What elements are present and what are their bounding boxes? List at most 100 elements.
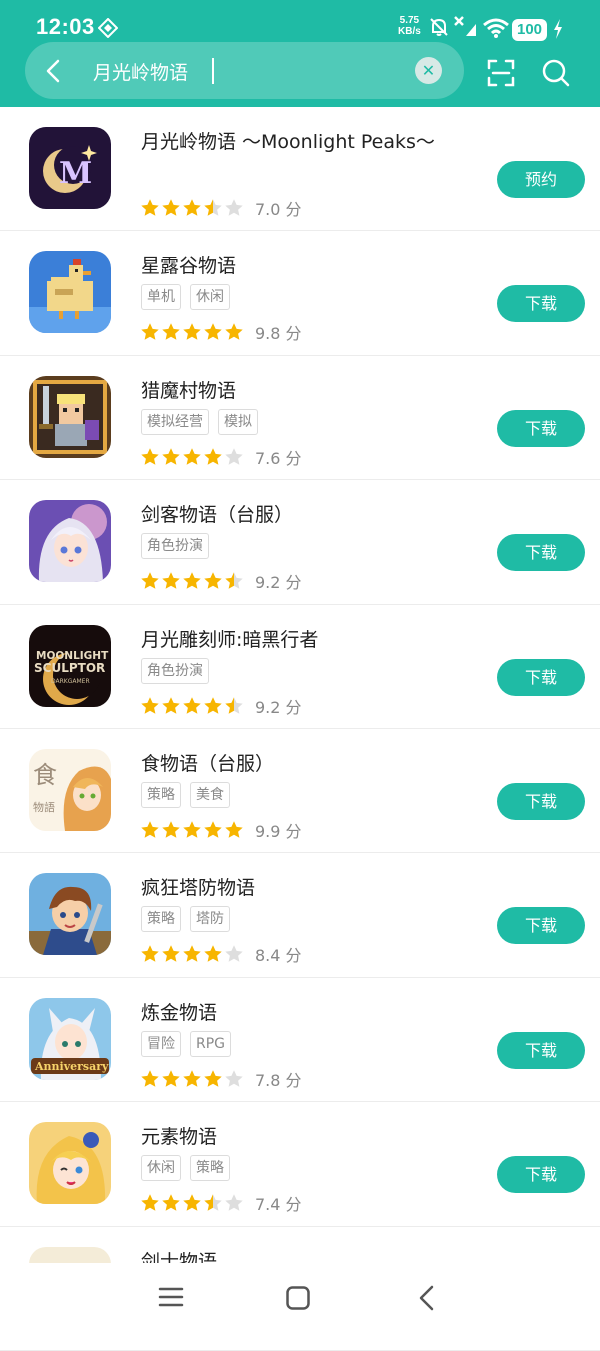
- star-filled-icon: [183, 1194, 201, 1211]
- home-icon[interactable]: [285, 1285, 311, 1311]
- rating: 7.6 分: [140, 445, 302, 469]
- download-button[interactable]: 下载: [497, 285, 585, 323]
- app-name[interactable]: 月光雕刻师:暗黑行者: [141, 625, 318, 652]
- star-filled-icon: [162, 447, 180, 465]
- star-filled-icon: [141, 447, 159, 465]
- download-button[interactable]: 下载: [497, 409, 585, 447]
- rating: 9.9 分: [140, 818, 302, 842]
- star-filled-icon: [141, 696, 159, 714]
- element-girl-icon[interactable]: [29, 1122, 111, 1205]
- app-name[interactable]: 剑客物语（台服）: [141, 500, 293, 527]
- nav-back-icon[interactable]: [414, 1283, 438, 1313]
- star-filled-icon: [204, 945, 222, 963]
- rating-score: 7.4 分: [255, 1195, 302, 1215]
- moonlight-sculptor-icon[interactable]: MOONLIGHT SCULPTOR DARKGAMER: [29, 624, 111, 707]
- star-half-icon: [225, 696, 243, 714]
- reserve-button[interactable]: 预约: [497, 161, 585, 198]
- list-item[interactable]: MOONLIGHT SCULPTOR DARKGAMER 月光雕刻师:暗黑行者 角色扮演…: [0, 605, 600, 729]
- rating-score: 9.2 分: [255, 573, 302, 593]
- star-filled-icon: [141, 945, 159, 963]
- food-fantasy-icon[interactable]: 食物語: [29, 748, 111, 831]
- text-caret: [212, 58, 214, 84]
- app-name[interactable]: 疯狂塔防物语: [141, 873, 255, 900]
- top-header: 12:03 5.75 KB/s 100 月光岭物语 ✕: [0, 0, 600, 107]
- download-button[interactable]: 下载: [497, 534, 585, 572]
- svg-text:Anniversary: Anniversary: [34, 1060, 109, 1073]
- tag-badge: 策略: [141, 906, 181, 933]
- status-time: 12:03: [36, 14, 95, 39]
- star-filled-icon: [204, 1069, 222, 1087]
- star-empty-icon: [225, 1069, 243, 1087]
- star-filled-icon: [141, 1069, 159, 1087]
- download-button[interactable]: 下载: [497, 782, 585, 820]
- charging-icon: [554, 19, 562, 39]
- star-empty-icon: [225, 1194, 243, 1211]
- rating: 7.4 分: [140, 1191, 302, 1215]
- network-speed-value: 5.75: [399, 15, 420, 26]
- menu-icon[interactable]: [158, 1285, 184, 1309]
- download-button[interactable]: 下载: [497, 1156, 585, 1194]
- rating-score: 9.9 分: [255, 821, 302, 841]
- app-name[interactable]: 星露谷物语: [141, 251, 236, 278]
- tag-badge: 模拟: [218, 408, 258, 435]
- scan-icon[interactable]: [486, 58, 516, 88]
- tag-badge: 策略: [141, 781, 181, 808]
- star-filled-icon: [141, 1194, 159, 1211]
- back-arrow-icon[interactable]: [39, 56, 69, 86]
- rating: 9.2 分: [140, 569, 302, 593]
- app-name[interactable]: 食物语（台服）: [141, 749, 274, 776]
- star-filled-icon: [141, 323, 159, 341]
- star-filled-icon: [183, 447, 201, 465]
- moonlight-peaks-icon[interactable]: M: [29, 127, 111, 209]
- star-filled-icon: [162, 945, 180, 963]
- pixel-knight-icon[interactable]: [29, 375, 111, 458]
- list-item[interactable]: 剑客物语（台服） 角色扮演 9.2 分 下载: [0, 480, 600, 605]
- search-icon[interactable]: [541, 58, 571, 88]
- signal-off-icon: [454, 16, 476, 36]
- star-empty-icon: [225, 447, 243, 465]
- list-item[interactable]: Anniversary 炼金物语 冒险 RPG 7.8 分 下载: [0, 978, 600, 1103]
- star-filled-icon: [162, 1194, 180, 1211]
- clear-search-button[interactable]: ✕: [415, 57, 442, 84]
- rating-score: 8.4 分: [255, 946, 302, 966]
- rating-score: 7.0 分: [255, 200, 302, 219]
- svg-text:M: M: [59, 156, 92, 191]
- tag-badge: 角色扮演: [141, 657, 209, 684]
- stardew-chicken-icon[interactable]: [29, 251, 111, 334]
- download-button[interactable]: 下载: [497, 907, 585, 945]
- tower-defense-hero-icon[interactable]: [29, 873, 111, 956]
- rating-score: 7.6 分: [255, 448, 302, 468]
- app-name[interactable]: 猎魔村物语: [141, 376, 236, 403]
- rating-score: 7.8 分: [255, 1070, 302, 1090]
- search-input[interactable]: [93, 53, 403, 89]
- list-item[interactable]: 猎魔村物语 模拟经营 模拟 7.6 分 下载: [0, 356, 600, 481]
- alchemy-anniversary-icon[interactable]: Anniversary: [29, 997, 111, 1080]
- download-button[interactable]: 下载: [497, 1031, 585, 1069]
- list-item[interactable]: 星露谷物语 单机 休闲 9.8 分 下载: [0, 231, 600, 356]
- star-empty-icon: [225, 945, 243, 963]
- star-filled-icon: [183, 821, 201, 838]
- app-name[interactable]: 元素物语: [141, 1122, 217, 1149]
- rating: 7.8 分: [140, 1067, 302, 1091]
- star-filled-icon: [162, 323, 180, 341]
- star-empty-icon: [225, 199, 243, 216]
- list-item[interactable]: 食物語 食物语（台服） 策略 美食 9.9 分 下载: [0, 729, 600, 854]
- app-name[interactable]: 月光岭物语 ～Moonlight Peaks～: [141, 127, 435, 154]
- list-item[interactable]: M 月光岭物语 ～Moonlight Peaks～ 7.0 分 预约: [0, 107, 600, 232]
- star-filled-icon: [225, 821, 243, 838]
- network-speed: 5.75 KB/s: [398, 15, 421, 37]
- star-filled-icon: [183, 572, 201, 589]
- rating: 9.8 分: [140, 320, 302, 344]
- search-results-list: M 月光岭物语 ～Moonlight Peaks～ 7.0 分 预约 星露谷物语 单机 休闲…: [0, 107, 600, 1351]
- battery-level: 100: [512, 19, 548, 41]
- anime-girl-icon[interactable]: [29, 500, 111, 583]
- star-filled-icon: [162, 199, 180, 216]
- star-filled-icon: [141, 821, 159, 838]
- list-item[interactable]: 疯狂塔防物语 策略 塔防 8.4 分 下载: [0, 853, 600, 978]
- app-name[interactable]: 炼金物语: [141, 998, 217, 1025]
- star-filled-icon: [141, 572, 159, 589]
- download-button[interactable]: 下载: [497, 658, 585, 696]
- app-tags: 策略 塔防: [141, 906, 230, 933]
- svg-text:DARKGAMER: DARKGAMER: [51, 678, 90, 685]
- list-item[interactable]: 元素物语 休闲 策略 7.4 分 下载: [0, 1102, 600, 1227]
